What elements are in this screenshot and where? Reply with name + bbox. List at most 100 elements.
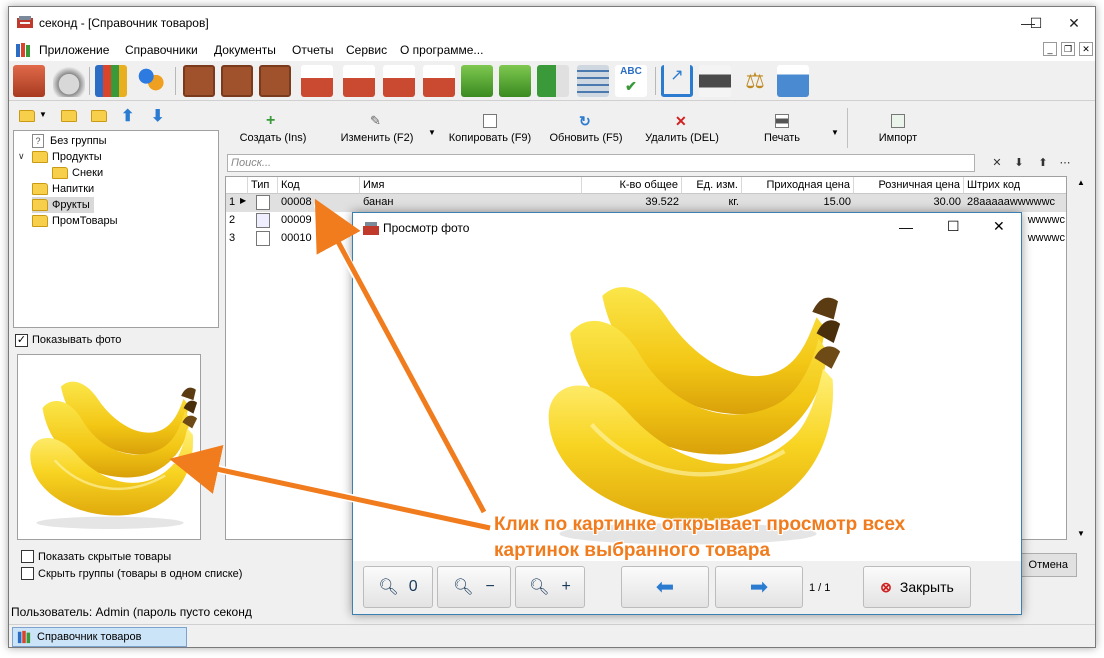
refresh-button[interactable]: ↻ Обновить (F5) <box>547 104 625 150</box>
dialog-minimize-button[interactable]: — <box>899 219 913 235</box>
col-type[interactable]: Тип <box>248 177 278 194</box>
col-qty[interactable]: К-во общее <box>582 177 682 194</box>
magnifier-icon: 🔍︎ <box>529 579 550 596</box>
task-products-ref[interactable]: Справочник товаров <box>12 627 187 647</box>
upload-icon[interactable] <box>777 65 809 97</box>
clear-search-icon[interactable]: ✕ <box>989 155 1005 171</box>
search-input[interactable]: Поиск... <box>227 154 975 172</box>
doc-check-icon <box>256 231 270 246</box>
dialog-title: Просмотр фото <box>383 221 470 235</box>
doc-add-icon[interactable] <box>221 65 253 97</box>
mdi-minimize-button[interactable]: _ <box>1043 42 1057 56</box>
scales-icon[interactable]: ⚖ <box>739 65 771 97</box>
chevron-down-icon[interactable]: ▼ <box>831 128 839 137</box>
money-coins-icon[interactable] <box>499 65 531 97</box>
basket-remove-icon[interactable] <box>383 65 415 97</box>
menu-docs[interactable]: Документы <box>214 43 276 57</box>
add-folder-icon[interactable] <box>19 110 35 122</box>
basket-icon <box>363 222 379 235</box>
tree-item-drinks[interactable]: Напитки <box>32 181 94 197</box>
show-hidden-checkbox[interactable]: Показать скрытые товары <box>21 550 171 563</box>
doc-remove-icon[interactable] <box>259 65 291 97</box>
tree-item-snacks[interactable]: Снеки <box>52 165 103 181</box>
basket-add-icon[interactable] <box>343 65 375 97</box>
mdi-restore-button[interactable]: ❐ <box>1061 42 1075 56</box>
basket-star-icon[interactable] <box>301 65 333 97</box>
product-photo-thumbnail[interactable] <box>17 354 201 540</box>
basket-move-icon[interactable] <box>423 65 455 97</box>
dialog-title-bar: Просмотр фото — ☐ ✕ <box>353 213 1021 243</box>
arrow-down-icon[interactable]: ⬇ <box>1011 155 1027 171</box>
menu-service[interactable]: Сервис <box>346 43 387 57</box>
create-button[interactable]: + Создать (Ins) <box>237 104 309 150</box>
lock-icon[interactable] <box>53 65 85 97</box>
app-icon <box>17 16 33 28</box>
doc-star-icon[interactable] <box>183 65 215 97</box>
mdi-close-button[interactable]: ✕ <box>1079 42 1093 56</box>
truck-icon[interactable] <box>537 65 569 97</box>
chevron-down-icon[interactable]: ∨ <box>18 151 25 162</box>
scroll-down-icon[interactable]: ▼ <box>1077 529 1085 538</box>
close-dialog-button[interactable]: ⊗ Закрыть <box>863 566 971 608</box>
calculator-doc-icon <box>256 213 270 228</box>
menu-reports[interactable]: Отчеты <box>292 43 333 57</box>
chevron-down-icon[interactable]: ▼ <box>39 110 47 119</box>
printer-icon[interactable] <box>699 65 731 97</box>
copy-button[interactable]: Копировать (F9) <box>445 104 535 150</box>
arrow-up-icon[interactable]: ⬆ <box>1035 155 1051 171</box>
show-photo-checkbox[interactable]: ✓ Показывать фото <box>15 332 121 348</box>
col-in-price[interactable]: Приходная цена <box>742 177 854 194</box>
col-code[interactable]: Код <box>278 177 360 194</box>
chevron-down-icon[interactable]: ▼ <box>428 128 436 137</box>
books-icon[interactable] <box>95 65 127 97</box>
money-icon[interactable] <box>461 65 493 97</box>
folder-icon <box>52 167 68 179</box>
edit-folder-icon[interactable] <box>61 110 77 122</box>
dialog-maximize-button[interactable]: ☐ <box>947 218 960 235</box>
magnifier-icon: 🔍︎ <box>378 579 399 596</box>
question-doc-icon: ? <box>32 134 44 148</box>
tree-item-fruits[interactable]: Фрукты <box>32 197 94 213</box>
col-retail[interactable]: Розничная цена <box>854 177 964 194</box>
more-icon[interactable]: ⋯ <box>1057 155 1073 171</box>
exit-icon[interactable] <box>13 65 45 97</box>
export-icon[interactable]: ↗ <box>661 65 693 97</box>
delete-button[interactable]: ✕ Удалить (DEL) <box>643 104 721 150</box>
hide-groups-checkbox[interactable]: Скрыть группы (товары в одном списке) <box>21 567 242 580</box>
calculator-icon[interactable] <box>577 65 609 97</box>
col-name[interactable]: Имя <box>360 177 582 194</box>
tree-item-no-group[interactable]: ? Без группы <box>32 133 107 149</box>
close-button[interactable]: ✕ <box>1051 7 1095 39</box>
prev-photo-button[interactable]: ⬅ <box>621 566 709 608</box>
next-photo-button[interactable]: ➡ <box>715 566 803 608</box>
import-icon <box>891 114 905 128</box>
arrow-down-icon[interactable]: ⬇ <box>151 106 164 126</box>
import-button[interactable]: Импорт <box>873 104 923 150</box>
arrow-left-icon: ⬅ <box>655 574 675 599</box>
spellcheck-icon[interactable]: ABC ✔ <box>615 65 647 97</box>
print-button[interactable]: Печать <box>759 104 805 150</box>
folder-icon <box>32 151 48 163</box>
menu-app[interactable]: Приложение <box>39 43 109 57</box>
zoom-out-button[interactable]: 🔍︎ − <box>437 566 511 608</box>
menu-about[interactable]: О программе... <box>400 43 483 57</box>
zoom-in-button[interactable]: 🔍︎ + <box>515 566 585 608</box>
dialog-close-icon[interactable]: ✕ <box>993 218 1005 235</box>
arrow-up-icon[interactable]: ⬆ <box>121 106 134 126</box>
menu-refs[interactable]: Справочники <box>125 43 198 57</box>
tree-item-products[interactable]: Продукты <box>32 149 102 165</box>
plus-icon: + <box>266 112 276 129</box>
edit-button[interactable]: ✎ Изменить (F2) <box>335 104 419 150</box>
callout-line-1: Клик по картинке открывает просмотр всех <box>494 514 906 535</box>
scroll-up-icon[interactable]: ▲ <box>1077 178 1085 187</box>
col-barcode[interactable]: Штрих код <box>964 177 1066 194</box>
doc-check-icon <box>256 195 270 210</box>
users-icon[interactable] <box>135 65 167 97</box>
table-scrollbar[interactable]: ▲ ▼ <box>1073 176 1091 540</box>
actions-toolbar: + Создать (Ins) ✎ Изменить (F2) ▼ Копирова… <box>223 102 1095 152</box>
col-unit[interactable]: Ед. изм. <box>682 177 742 194</box>
zoom-reset-button[interactable]: 🔍︎ 0 <box>363 566 433 608</box>
delete-folder-icon[interactable] <box>91 110 107 122</box>
tree-item-industrial[interactable]: ПромТовары <box>32 213 118 229</box>
pencil-icon: ✎ <box>370 113 381 128</box>
